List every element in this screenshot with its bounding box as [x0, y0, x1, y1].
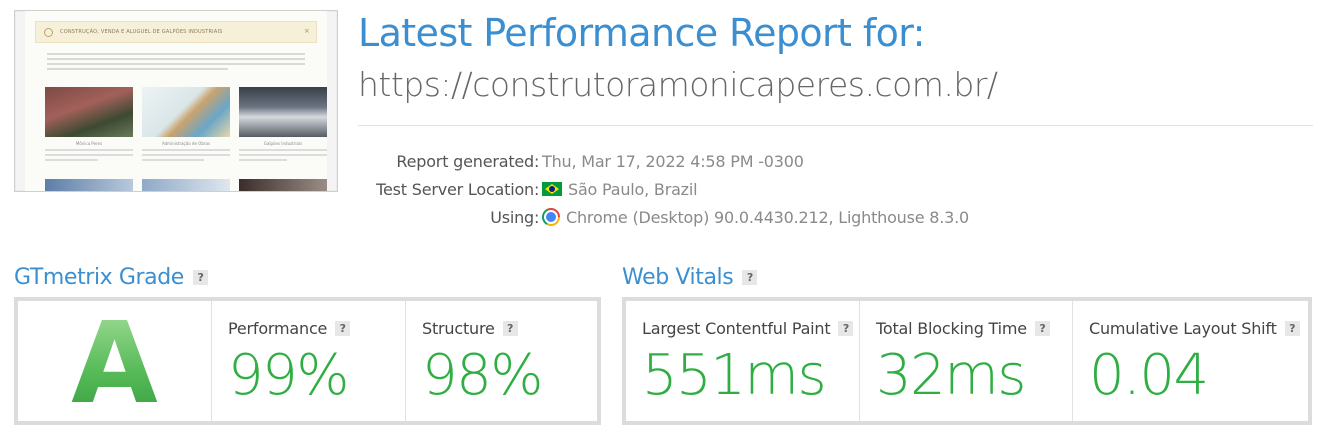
report-meta: Report generated : Thu, Mar 17, 2022 4:5…: [358, 147, 969, 231]
structure-label: Structure ?: [422, 319, 518, 338]
thumbnail-text-block: [239, 149, 327, 164]
meta-row-using: Using : Chrome (Desktop) 90.0.4430.212, …: [358, 203, 969, 231]
colon: :: [534, 207, 540, 227]
divider: [358, 125, 1313, 126]
thumbnail-text-block: [45, 149, 133, 164]
gtmetrix-grade-panel: A Performance ? 99% Structure ? 98%: [14, 297, 601, 429]
structure-label-text: Structure: [422, 319, 495, 338]
chrome-icon: [542, 208, 560, 226]
performance-label-text: Performance: [228, 319, 328, 338]
help-icon[interactable]: ?: [1034, 321, 1050, 336]
page-title: Latest Performance Report for:: [358, 11, 925, 55]
grade-value: A: [71, 299, 158, 429]
thumbnail-caption: Mônica Peres: [75, 141, 103, 146]
using-label: Using: [490, 207, 534, 227]
tbt-value: 32ms: [876, 343, 1026, 408]
report-generated-text: Thu, Mar 17, 2022 4:58 PM -0300: [542, 151, 804, 171]
lcp-label-text: Largest Contentful Paint: [642, 319, 831, 338]
thumbnail-image-building: [45, 87, 133, 137]
cls-value: 0.04: [1089, 343, 1209, 408]
thumbnail-banner-text: CONSTRUÇÃO, VENDA E ALUGUEL DE GALPÕES I…: [60, 29, 223, 35]
thumbnail-image: [142, 179, 230, 191]
thumbnail-image-charts: [142, 87, 230, 137]
thumbnail-image: [239, 179, 327, 191]
help-icon[interactable]: ?: [1284, 321, 1300, 336]
meta-row-report-generated: Report generated : Thu, Mar 17, 2022 4:5…: [358, 147, 969, 175]
gtmetrix-grade-heading: GTmetrix Grade ?: [14, 265, 208, 290]
lcp-label: Largest Contentful Paint ?: [642, 319, 854, 338]
location-text: São Paulo, Brazil: [568, 179, 698, 199]
location-label: Test Server Location: [376, 179, 534, 199]
structure-cell: Structure ? 98%: [406, 301, 597, 421]
using-text: Chrome (Desktop) 90.0.4430.212, Lighthou…: [566, 207, 970, 227]
help-icon[interactable]: ?: [192, 270, 208, 285]
thumbnail-page: CONSTRUÇÃO, VENDA E ALUGUEL DE GALPÕES I…: [25, 11, 327, 191]
thumbnail-text-block: [142, 149, 230, 164]
web-vitals-title: Web Vitals: [622, 265, 734, 290]
help-icon[interactable]: ?: [335, 321, 351, 336]
structure-value: 98%: [422, 343, 543, 408]
colon: :: [534, 179, 540, 199]
report-generated-label: Report generated: [396, 151, 534, 171]
cls-label: Cumulative Layout Shift ?: [1089, 319, 1300, 338]
performance-cell: Performance ? 99%: [212, 301, 406, 421]
thumbnail-banner: CONSTRUÇÃO, VENDA E ALUGUEL DE GALPÕES I…: [35, 21, 317, 43]
grade-cell: A: [18, 299, 212, 429]
thumbnail-caption: Administração de Obras: [161, 141, 211, 146]
web-vitals-heading: Web Vitals ?: [622, 265, 758, 290]
thumbnail-close-icon: ×: [303, 27, 310, 35]
using-value: Chrome (Desktop) 90.0.4430.212, Lighthou…: [542, 208, 969, 227]
help-icon[interactable]: ?: [838, 321, 854, 336]
brazil-flag-icon: [542, 182, 562, 196]
cls-cell: Cumulative Layout Shift ? 0.04: [1073, 301, 1308, 421]
cls-label-text: Cumulative Layout Shift: [1089, 319, 1277, 338]
web-vitals-panel: Largest Contentful Paint ? 551ms Total B…: [622, 297, 1312, 425]
tbt-label: Total Blocking Time ?: [876, 319, 1050, 338]
thumbnail-text-block: [47, 53, 305, 73]
thumbnail-image: [45, 179, 133, 191]
tbt-cell: Total Blocking Time ? 32ms: [860, 301, 1073, 421]
thumbnail-logo-icon: [44, 28, 53, 37]
gtmetrix-grade-title: GTmetrix Grade: [14, 265, 184, 290]
lcp-cell: Largest Contentful Paint ? 551ms: [626, 301, 860, 421]
meta-row-location: Test Server Location : São Paulo, Brazil: [358, 175, 969, 203]
lcp-value: 551ms: [642, 343, 827, 408]
colon: :: [534, 151, 540, 171]
performance-value: 99%: [228, 343, 349, 408]
thumbnail-image-warehouse: [239, 87, 327, 137]
tbt-label-text: Total Blocking Time: [876, 319, 1027, 338]
location-value: São Paulo, Brazil: [542, 179, 698, 199]
help-icon[interactable]: ?: [502, 321, 518, 336]
report-generated-value: Thu, Mar 17, 2022 4:58 PM -0300: [542, 152, 804, 171]
site-screenshot-thumbnail[interactable]: CONSTRUÇÃO, VENDA E ALUGUEL DE GALPÕES I…: [14, 10, 338, 192]
report-url[interactable]: https://construtoramonicaperes.com.br/: [358, 65, 998, 104]
grade-letter: A: [18, 299, 211, 429]
performance-label: Performance ?: [228, 319, 351, 338]
thumbnail-caption: Galpões Industriais: [263, 141, 303, 146]
help-icon[interactable]: ?: [742, 270, 758, 285]
